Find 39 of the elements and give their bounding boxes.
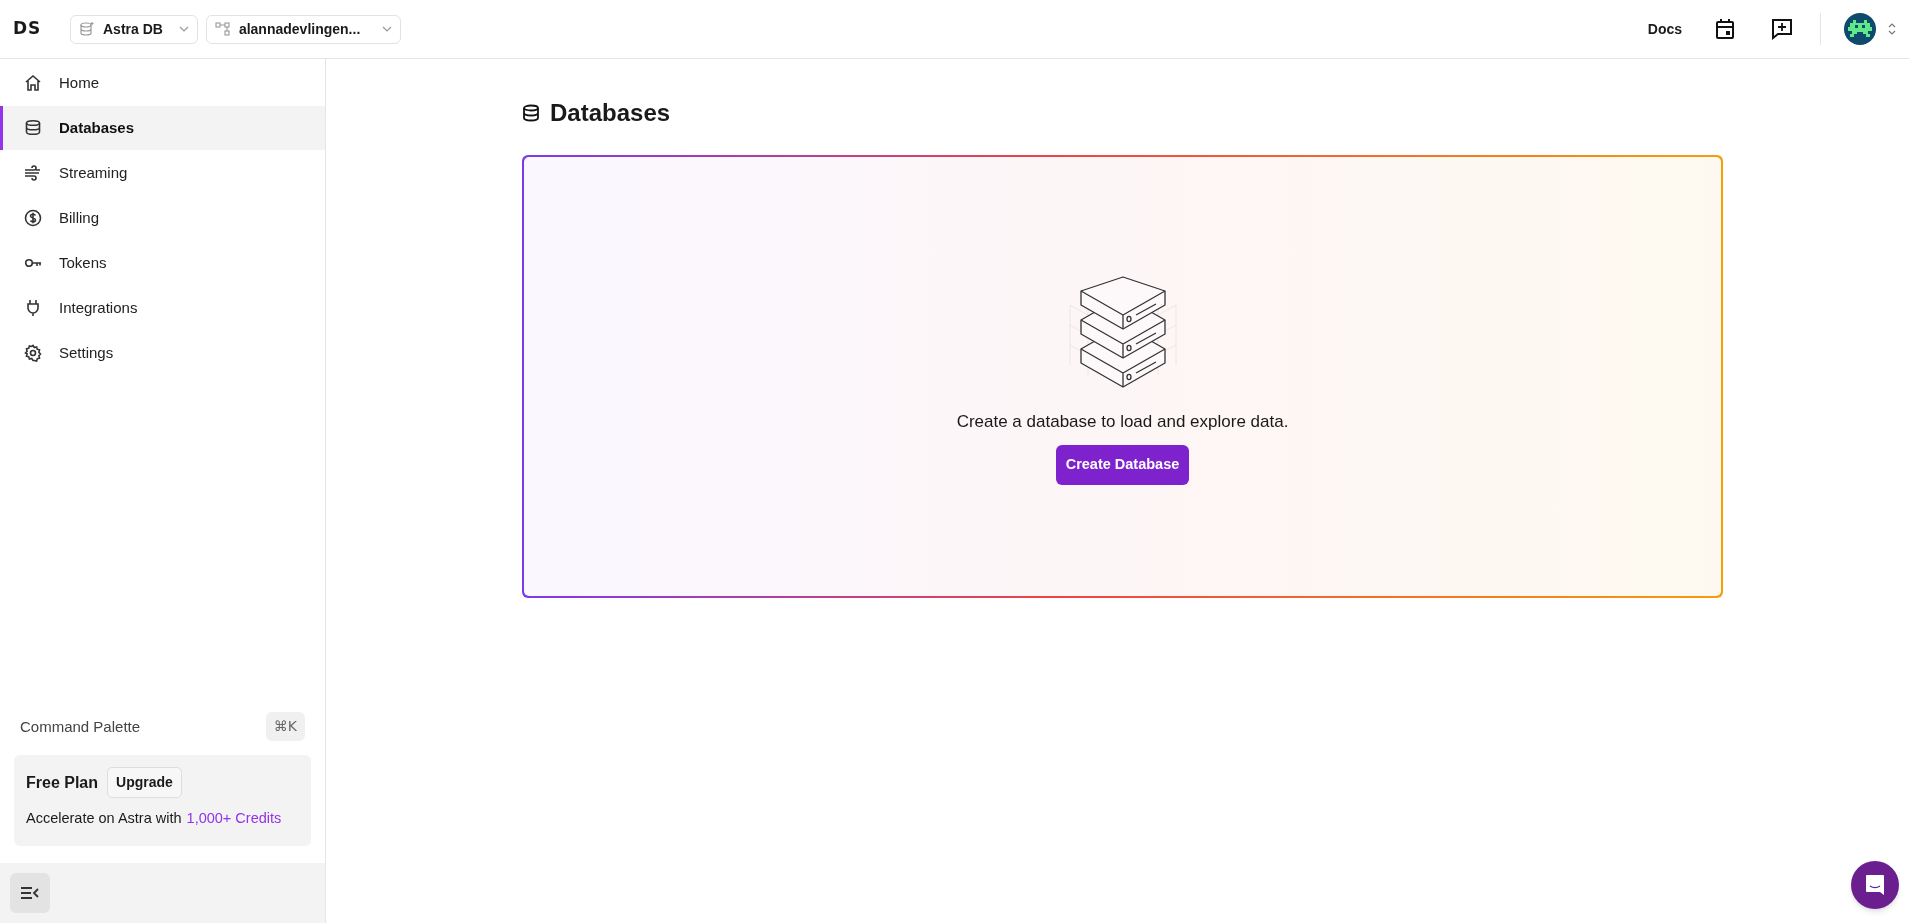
hierarchy-icon xyxy=(214,21,231,37)
logo[interactable]: DS xyxy=(13,16,57,42)
collapse-sidebar-button[interactable] xyxy=(10,873,50,913)
command-palette-label[interactable]: Command Palette xyxy=(20,715,141,738)
credits-link[interactable]: 1,000+ Credits xyxy=(186,808,282,830)
sidebar-item[interactable]: Settings xyxy=(0,331,325,375)
empty-state-message: Create a database to load and explore data. xyxy=(956,411,1289,433)
collapse-icon xyxy=(21,886,39,900)
avatar-icon[interactable] xyxy=(1844,13,1876,45)
shortcut-key: ⌘K xyxy=(265,712,305,742)
sidebar-item[interactable]: Tokens xyxy=(0,241,325,285)
database-icon xyxy=(522,104,540,122)
sidebar-item[interactable]: Streaming xyxy=(0,151,325,195)
add-comment-icon[interactable] xyxy=(1771,18,1793,40)
chevron-down-icon xyxy=(178,26,189,32)
sidebar-item[interactable]: Integrations xyxy=(0,286,325,330)
home-icon xyxy=(24,74,42,92)
sidebar-item[interactable]: Home xyxy=(0,61,325,105)
create-database-button[interactable]: Create Database xyxy=(1055,444,1190,485)
product-switcher[interactable]: Astra DB xyxy=(70,14,198,44)
calendar-icon[interactable] xyxy=(1715,18,1735,40)
chevron-down-icon xyxy=(382,26,393,32)
docs-link[interactable]: Docs xyxy=(1647,18,1682,40)
plan-description: Accelerate on Astra with xyxy=(26,809,182,829)
chat-button[interactable] xyxy=(1851,861,1899,909)
database-icon xyxy=(79,21,95,37)
organization-switcher[interactable]: alannadevlingen... xyxy=(205,14,402,44)
database-icon xyxy=(24,119,42,137)
sidebar-item[interactable]: Databases xyxy=(0,106,325,150)
settings-icon xyxy=(24,344,42,362)
chat-icon xyxy=(1865,874,1885,896)
page-title: Databases xyxy=(550,98,671,128)
expand-icon[interactable] xyxy=(1888,22,1896,36)
upgrade-button[interactable]: Upgrade xyxy=(107,767,182,799)
wind-icon xyxy=(24,164,42,182)
sidebar-item[interactable]: Billing xyxy=(0,196,325,240)
dollar-icon xyxy=(24,209,42,227)
plan-name: Free Plan xyxy=(26,772,99,793)
plug-icon xyxy=(24,299,42,317)
